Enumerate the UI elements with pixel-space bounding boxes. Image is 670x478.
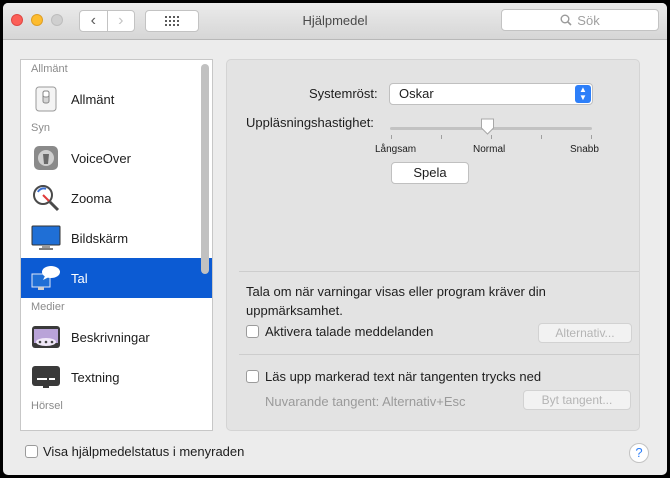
section-header-vision: Syn	[31, 122, 50, 134]
slider-thumb[interactable]	[480, 118, 495, 135]
sidebar-item-label: Zooma	[71, 190, 112, 206]
menu-status-checkbox-label: Visa hjälpmedelstatus i menyraden	[43, 444, 245, 459]
search-icon	[560, 14, 572, 26]
magnifier-icon	[31, 183, 61, 213]
select-arrows-icon: ▲ ▼	[575, 85, 591, 103]
announce-checkbox[interactable]	[246, 325, 259, 338]
search-field[interactable]: Sök	[501, 9, 659, 31]
rate-normal-label: Normal	[473, 144, 506, 155]
read-selection-checkbox[interactable]	[246, 370, 259, 383]
divider	[239, 271, 639, 272]
display-icon	[31, 223, 61, 253]
sidebar-item-label: Textning	[71, 369, 120, 385]
sidebar-item-label: Beskrivningar	[71, 329, 150, 345]
section-header-general: Allmänt	[31, 63, 68, 75]
menu-status-checkbox[interactable]	[25, 445, 38, 458]
sidebar-item-label: VoiceOver	[71, 150, 131, 166]
preferences-window: ‹ › Hjälpmedel Sök Allmänt Allmänt Syn V…	[3, 3, 667, 475]
voiceover-icon	[31, 143, 61, 173]
speech-icon	[31, 263, 61, 293]
sidebar-item-label: Tal	[71, 270, 88, 286]
slider-tick	[591, 135, 592, 139]
captions-icon	[31, 362, 61, 392]
rate-fast-label: Snabb	[570, 144, 599, 155]
slider-tick	[541, 135, 542, 139]
sidebar-item-descriptions[interactable]: Beskrivningar	[21, 317, 212, 357]
section-header-hearing: Hörsel	[31, 400, 63, 412]
system-voice-value: Oskar	[399, 86, 434, 101]
read-selection-checkbox-label: Läs upp markerad text när tangenten tryc…	[265, 369, 542, 384]
search-placeholder: Sök	[577, 12, 600, 28]
sidebar-item-label: Bildskärm	[71, 230, 129, 246]
system-voice-label: Systemröst:	[309, 86, 378, 101]
sidebar-item-general[interactable]: Allmänt	[21, 79, 212, 119]
rate-slow-label: Långsam	[375, 144, 417, 155]
category-sidebar: Allmänt Allmänt Syn VoiceOver Zooma Bild…	[20, 59, 213, 431]
announce-checkbox-label: Aktivera talade meddelanden	[265, 324, 434, 339]
divider	[239, 354, 639, 355]
sidebar-item-voiceover[interactable]: VoiceOver	[21, 138, 212, 178]
slider-tick	[491, 135, 492, 139]
sidebar-item-captions[interactable]: Textning	[21, 357, 212, 397]
sidebar-item-display[interactable]: Bildskärm	[21, 218, 212, 258]
sidebar-scrollbar[interactable]	[201, 64, 209, 274]
slider-tick	[391, 135, 392, 139]
sidebar-item-speech[interactable]: Tal	[21, 258, 212, 298]
switch-icon	[31, 84, 61, 114]
current-key-text: Nuvarande tangent: Alternativ+Esc	[265, 394, 466, 409]
title-bar: ‹ › Hjälpmedel Sök	[3, 3, 667, 40]
descriptions-icon	[31, 322, 61, 352]
help-button[interactable]: ?	[629, 443, 649, 463]
sidebar-item-zoom[interactable]: Zooma	[21, 178, 212, 218]
announce-options-button[interactable]: Alternativ...	[538, 323, 632, 343]
speech-settings-panel: Systemröst: Oskar ▲ ▼ Uppläsningshastighe…	[226, 59, 640, 431]
speaking-rate-label: Uppläsningshastighet:	[246, 115, 374, 130]
play-button[interactable]: Spela	[391, 162, 469, 184]
slider-tick	[441, 135, 442, 139]
sidebar-item-label: Allmänt	[71, 91, 115, 107]
system-voice-select[interactable]: Oskar ▲ ▼	[389, 83, 593, 105]
alerts-description: Tala om när varningar visas eller progra…	[246, 284, 546, 318]
section-header-media: Medier	[31, 301, 65, 313]
change-key-button[interactable]: Byt tangent...	[523, 390, 631, 410]
